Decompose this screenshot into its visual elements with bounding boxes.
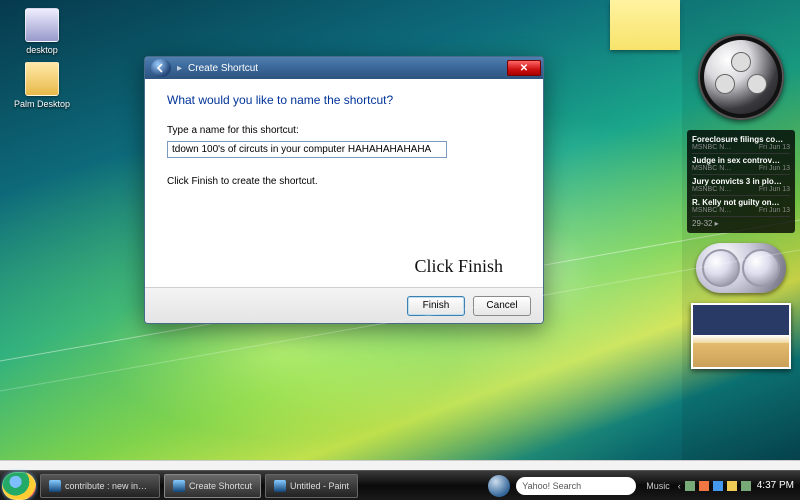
feed-pager[interactable]: 29-32 ▸ bbox=[692, 217, 790, 228]
app-icon bbox=[173, 480, 185, 492]
tray-icon[interactable] bbox=[685, 481, 695, 491]
yahoo-search-input[interactable]: Yahoo! Search bbox=[516, 477, 636, 495]
tray-icon[interactable] bbox=[699, 481, 709, 491]
taskbar-item[interactable]: contribute : new ins… bbox=[40, 474, 160, 498]
taskbar-item-label: Untitled - Paint bbox=[290, 481, 349, 491]
close-icon: ✕ bbox=[520, 63, 528, 74]
dialog-heading: What would you like to name the shortcut… bbox=[167, 93, 521, 107]
window-title: Create Shortcut bbox=[188, 63, 507, 74]
dialog-footer: Finish Cancel bbox=[145, 287, 543, 323]
chevron-left-icon[interactable]: ‹ bbox=[678, 481, 681, 491]
taskbar-item[interactable]: Untitled - Paint bbox=[265, 474, 358, 498]
handwritten-annotation: Click Finish bbox=[414, 256, 503, 277]
feed-item: R. Kelly not guilty on… MSNBC N…Fri Jun … bbox=[692, 196, 790, 217]
tray-music-label[interactable]: Music bbox=[646, 481, 670, 491]
desktop-wallpaper: desktop Palm Desktop Foreclosure filings… bbox=[0, 0, 800, 500]
whitespace-band bbox=[0, 460, 800, 470]
create-shortcut-dialog: ▸ Create Shortcut ✕ What would you like … bbox=[144, 56, 544, 324]
feed-item: Foreclosure filings co… MSNBC N…Fri Jun … bbox=[692, 133, 790, 154]
cancel-button[interactable]: Cancel bbox=[473, 296, 531, 316]
app-icon bbox=[25, 62, 59, 96]
feed-item: Judge in sex controv… MSNBC N…Fri Jun 13 bbox=[692, 154, 790, 175]
app-icon bbox=[49, 480, 61, 492]
desktop-icon-palm[interactable]: Palm Desktop bbox=[12, 62, 72, 109]
sidebar: Foreclosure filings co… MSNBC N…Fri Jun … bbox=[682, 0, 800, 460]
feed-headline[interactable]: Jury convicts 3 in plo… bbox=[692, 177, 790, 186]
desktop-icon-desktop[interactable]: desktop bbox=[12, 8, 72, 55]
dialog-hint: Click Finish to create the shortcut. bbox=[167, 176, 521, 187]
tray-icon[interactable] bbox=[713, 481, 723, 491]
start-button[interactable] bbox=[2, 472, 36, 500]
tray-icon[interactable] bbox=[727, 481, 737, 491]
app-icon bbox=[274, 480, 286, 492]
tray-volume-icon[interactable] bbox=[741, 481, 751, 491]
arrow-left-icon bbox=[156, 63, 166, 73]
taskbar-clock[interactable]: 4:37 PM bbox=[757, 480, 794, 491]
sticky-note[interactable] bbox=[610, 0, 680, 50]
feed-gadget[interactable]: Foreclosure filings co… MSNBC N…Fri Jun … bbox=[687, 130, 795, 233]
desktop-icon-label: desktop bbox=[12, 45, 72, 55]
folder-icon bbox=[25, 8, 59, 42]
shortcut-name-input[interactable] bbox=[167, 141, 447, 158]
system-tray: Music ‹ bbox=[646, 481, 751, 491]
taskbar: contribute : new ins… Create Shortcut Un… bbox=[0, 470, 800, 500]
taskbar-item[interactable]: Create Shortcut bbox=[164, 474, 261, 498]
slideshow-gadget[interactable] bbox=[691, 303, 791, 369]
clock-gadget[interactable] bbox=[698, 34, 784, 120]
titlebar[interactable]: ▸ Create Shortcut ✕ bbox=[145, 57, 543, 79]
taskbar-item-label: contribute : new ins… bbox=[65, 481, 151, 491]
desktop-icon-label: Palm Desktop bbox=[12, 99, 72, 109]
back-button[interactable] bbox=[151, 59, 171, 77]
cpu-meter-gadget[interactable] bbox=[696, 243, 786, 293]
hp-advisor-icon[interactable] bbox=[488, 475, 510, 497]
finish-button[interactable]: Finish bbox=[407, 296, 465, 316]
feed-headline[interactable]: Foreclosure filings co… bbox=[692, 135, 790, 144]
close-button[interactable]: ✕ bbox=[507, 60, 541, 76]
breadcrumb-sep: ▸ bbox=[177, 63, 182, 74]
feed-item: Jury convicts 3 in plo… MSNBC N…Fri Jun … bbox=[692, 175, 790, 196]
feed-headline[interactable]: Judge in sex controv… bbox=[692, 156, 790, 165]
taskbar-item-label: Create Shortcut bbox=[189, 481, 252, 491]
field-label: Type a name for this shortcut: bbox=[167, 125, 521, 136]
search-placeholder: Yahoo! Search bbox=[522, 481, 581, 491]
feed-headline[interactable]: R. Kelly not guilty on… bbox=[692, 198, 790, 207]
